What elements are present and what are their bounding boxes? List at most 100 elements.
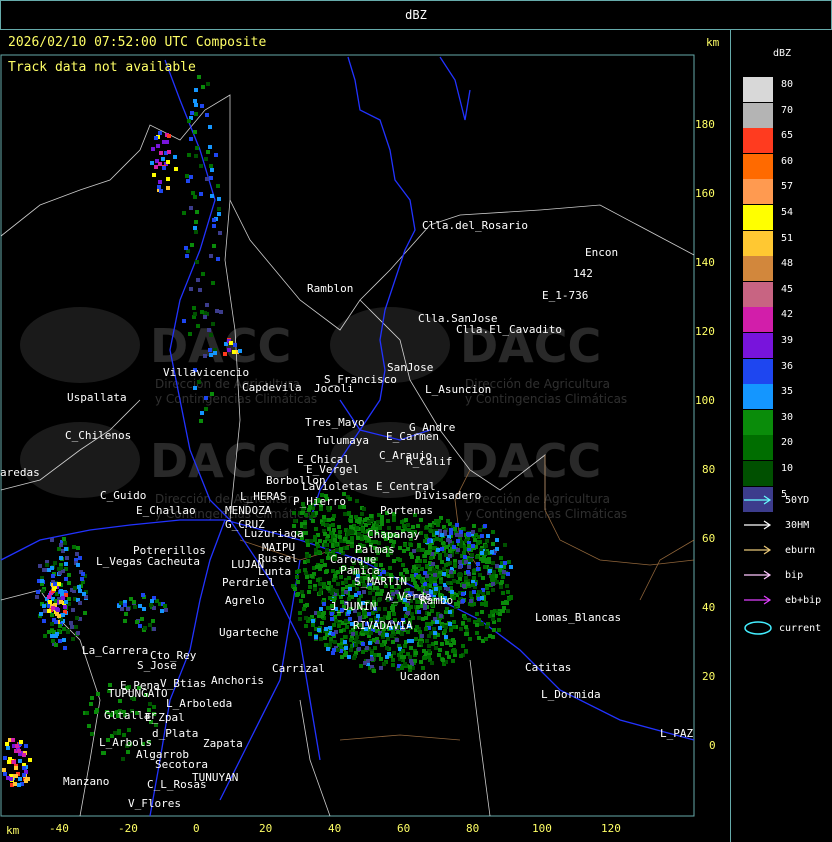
echo-cell bbox=[217, 212, 221, 216]
track-legend-item: bip bbox=[743, 570, 803, 581]
echo-cell bbox=[491, 582, 495, 586]
echo-cell bbox=[307, 590, 311, 594]
echo-cell bbox=[90, 696, 94, 700]
echo-cell bbox=[478, 590, 482, 594]
echo-cell bbox=[57, 547, 61, 551]
echo-cell bbox=[45, 563, 49, 567]
echo-cell bbox=[11, 738, 15, 742]
echo-cell bbox=[193, 312, 197, 316]
legend-swatch bbox=[743, 281, 773, 307]
echo-cell bbox=[338, 535, 342, 539]
echo-cell bbox=[142, 607, 146, 611]
echo-cell bbox=[81, 572, 85, 576]
echo-cell bbox=[461, 644, 465, 648]
echo-cell bbox=[193, 99, 197, 103]
place-label: E_Carmen bbox=[386, 430, 439, 443]
echo-cell bbox=[445, 641, 449, 645]
watermark-3: DACC Dirección de Agriculturay Contingenc… bbox=[330, 422, 627, 521]
echo-cell bbox=[475, 631, 479, 635]
echo-cell bbox=[317, 611, 321, 615]
echo-cell bbox=[410, 612, 414, 616]
echo-cell bbox=[55, 632, 59, 636]
echo-cell bbox=[318, 539, 322, 543]
track-legend-item: 30HM bbox=[743, 520, 809, 531]
echo-cell bbox=[506, 590, 510, 594]
echo-cell bbox=[189, 137, 193, 141]
radar-map[interactable]: DACC Dirección de Agriculturay Contingenc… bbox=[0, 29, 730, 842]
echo-cell bbox=[90, 732, 94, 736]
echo-cell bbox=[192, 306, 196, 310]
echo-cell bbox=[429, 631, 433, 635]
echo-cell bbox=[349, 525, 353, 529]
echo-cell bbox=[319, 564, 323, 568]
echo-cell bbox=[313, 587, 317, 591]
echo-cell bbox=[54, 643, 58, 647]
echo-cell bbox=[205, 177, 209, 181]
echo-cell bbox=[424, 627, 428, 631]
echo-cell bbox=[396, 557, 400, 561]
echo-cell bbox=[208, 348, 212, 352]
echo-cell bbox=[490, 550, 494, 554]
place-label: Secotora bbox=[155, 758, 208, 771]
echo-cell bbox=[348, 587, 352, 591]
echo-cell bbox=[216, 257, 220, 261]
radar-map-panel[interactable]: DACC Dirección de Agricultura y Contingenc… bbox=[0, 29, 730, 842]
echo-cell bbox=[442, 567, 446, 571]
echo-cell bbox=[491, 542, 495, 546]
echo-cell bbox=[317, 628, 321, 632]
place-label: V_Flores bbox=[128, 797, 181, 810]
echo-cell bbox=[47, 568, 51, 572]
echo-cell bbox=[480, 551, 484, 555]
echo-cell bbox=[488, 569, 492, 573]
echo-cell bbox=[51, 606, 55, 610]
echo-cell bbox=[76, 563, 80, 567]
echo-cell bbox=[509, 565, 513, 569]
echo-cell bbox=[458, 572, 462, 576]
echo-cell bbox=[335, 589, 339, 593]
echo-cell bbox=[159, 151, 163, 155]
echo-cell bbox=[200, 104, 204, 108]
echo-cell bbox=[436, 548, 440, 552]
echo-cell bbox=[433, 631, 437, 635]
echo-cell bbox=[459, 654, 463, 658]
echo-cell bbox=[497, 618, 501, 622]
echo-cell bbox=[154, 136, 158, 140]
echo-cell bbox=[195, 146, 199, 150]
track-legend-item: eb+bip bbox=[743, 595, 821, 606]
echo-cell bbox=[193, 226, 197, 230]
place-label: Ugarteche bbox=[219, 626, 279, 639]
echo-cell bbox=[430, 661, 434, 665]
echo-cell bbox=[61, 613, 65, 617]
track-label: eb+bip bbox=[785, 595, 822, 606]
echo-cell bbox=[213, 351, 217, 355]
echo-cell bbox=[471, 544, 475, 548]
echo-cell bbox=[322, 515, 326, 519]
echo-cell bbox=[64, 547, 68, 551]
echo-cell bbox=[210, 194, 214, 198]
echo-cell bbox=[491, 561, 495, 565]
echo-cell bbox=[62, 537, 66, 541]
echo-cell bbox=[483, 565, 487, 569]
echo-cell bbox=[502, 570, 506, 574]
x-tick-label: -40 bbox=[49, 822, 69, 835]
place-label: Ucadon bbox=[400, 670, 440, 683]
place-label: E_Zpal bbox=[145, 711, 185, 724]
echo-cell bbox=[410, 574, 414, 578]
echo-cell bbox=[453, 527, 457, 531]
echo-cell bbox=[370, 518, 374, 522]
echo-cell bbox=[311, 619, 315, 623]
echo-cell bbox=[346, 540, 350, 544]
echo-cell bbox=[456, 548, 460, 552]
place-label: Zapata bbox=[203, 737, 243, 750]
legend-value: 54 bbox=[781, 207, 794, 218]
echo-cell bbox=[73, 586, 77, 590]
echo-cell bbox=[415, 585, 419, 589]
echo-cell bbox=[306, 543, 310, 547]
echo-cell bbox=[64, 600, 68, 604]
echo-cell bbox=[461, 621, 465, 625]
echo-cell bbox=[346, 532, 350, 536]
echo-cell bbox=[200, 310, 204, 314]
echo-cell bbox=[404, 518, 408, 522]
echo-cell bbox=[165, 140, 169, 144]
place-label: TUPUNGATO bbox=[108, 687, 168, 700]
